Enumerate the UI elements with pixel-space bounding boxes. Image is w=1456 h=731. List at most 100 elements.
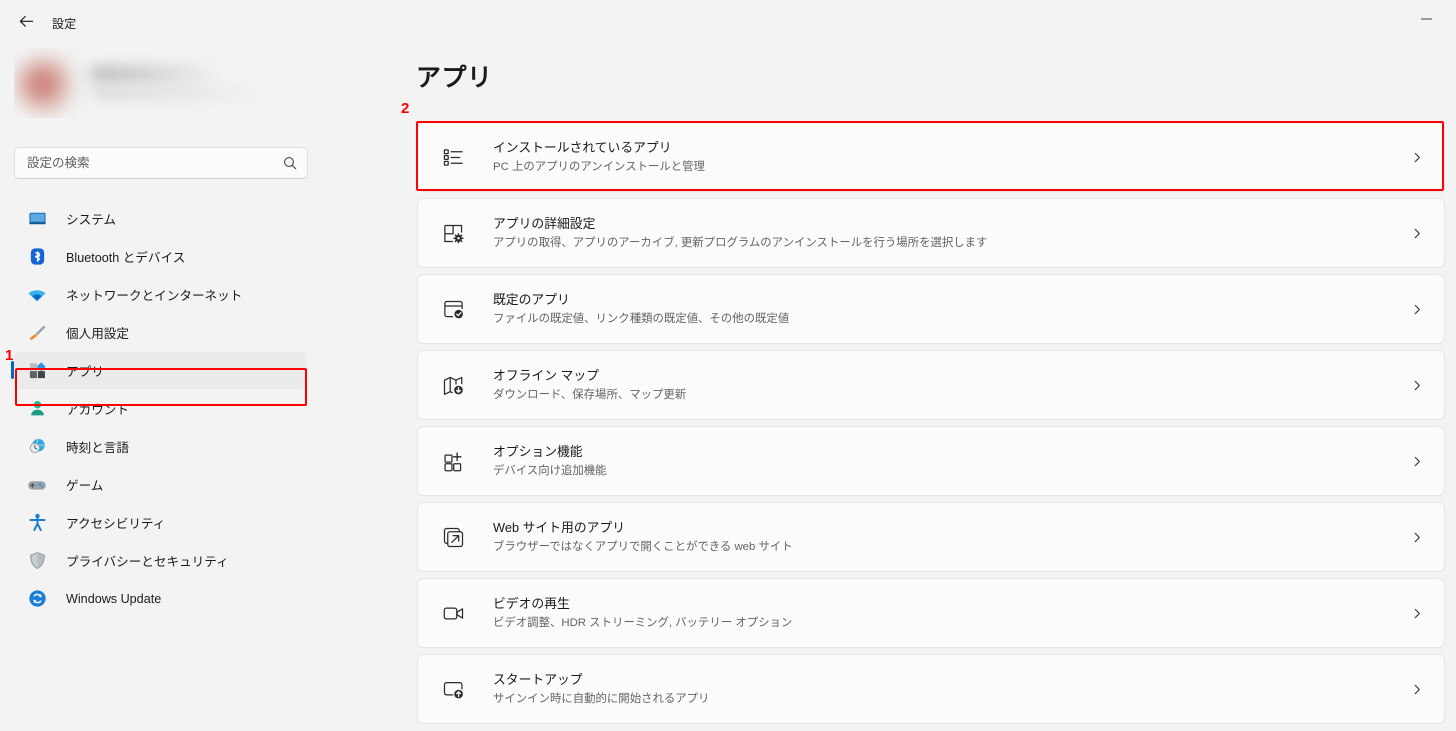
installed-apps-card[interactable]: インストールされているアプリ PC 上のアプリのアンインストールと管理 [417,122,1445,192]
window-check-icon [439,295,467,323]
card-subtitle: デバイス向け追加機能 [493,464,607,477]
sidebar-item-time-language[interactable]: 時刻と言語 [14,428,306,465]
sidebar-item-bluetooth[interactable]: Bluetooth とデバイス [14,238,306,275]
person-icon [26,398,48,420]
avatar [16,56,78,114]
sidebar-item-windows-update[interactable]: Windows Update [14,580,306,617]
sidebar-item-label: プライバシーとセキュリティ [66,555,229,569]
wifi-icon [26,284,48,306]
minimize-icon [1420,18,1432,20]
card-title: アプリの詳細設定 [493,216,596,232]
sidebar-item-label: Windows Update [66,591,162,606]
card-title: インストールされているアプリ [493,140,672,156]
chevron-right-icon[interactable] [1396,532,1438,543]
card-texts: Web サイト用のアプリ ブラウザーではなくアプリで開くことができる web サ… [493,518,1396,555]
sidebar-item-label: Bluetooth とデバイス [66,251,186,265]
sync-icon [26,588,48,610]
card-texts: オプション機能 デバイス向け追加機能 [493,442,1396,479]
sidebar-item-system[interactable]: システム [14,200,306,237]
card-title: Web サイト用のアプリ [493,520,626,536]
chevron-right-icon[interactable] [1396,152,1438,163]
chevron-right-icon[interactable] [1396,228,1438,239]
sidebar-item-label: ネットワークとインターネット [66,289,243,303]
card-subtitle: ブラウザーではなくアプリで開くことができる web サイト [493,540,793,553]
card-subtitle: サインイン時に自動的に開始されるアプリ [493,692,710,705]
sidebar-item-label: アクセシビリティ [66,517,166,531]
sidebar-item-privacy[interactable]: プライバシーとセキュリティ [14,542,306,579]
external-link-icon [439,523,467,551]
back-button[interactable] [12,8,40,34]
sidebar-item-gaming[interactable]: ゲーム [14,466,306,503]
settings-window: 設定 設定の検索 システム Bluetooth とデバイス ネットワークとインタ… [0,0,1456,731]
settings-card-list: インストールされているアプリ PC 上のアプリのアンインストールと管理 アプリの… [417,122,1445,730]
chevron-right-icon[interactable] [1396,456,1438,467]
search-icon [273,156,307,170]
clock-globe-icon [26,436,48,458]
account-card[interactable] [14,48,294,118]
accessibility-icon [26,512,48,534]
optional-features-card[interactable]: オプション機能 デバイス向け追加機能 [417,426,1445,496]
card-title: オフライン マップ [493,368,599,384]
list-bullets-icon [439,143,467,171]
sidebar-item-accounts[interactable]: アカウント [14,390,306,427]
card-subtitle: ファイルの既定値、リンク種類の既定値、その他の既定値 [493,312,790,325]
startup-icon [439,675,467,703]
card-texts: 既定のアプリ ファイルの既定値、リンク種類の既定値、その他の既定値 [493,290,1396,327]
apps-settings-icon [439,219,467,247]
card-title: オプション機能 [493,444,583,460]
title-bar: 設定 [0,0,1456,40]
sidebar: システム Bluetooth とデバイス [0,40,320,731]
sidebar-item-accessibility[interactable]: アクセシビリティ [14,504,306,541]
sidebar-item-network[interactable]: ネットワークとインターネット [14,276,306,313]
sidebar-item-label: アカウント [66,403,129,417]
chevron-right-icon[interactable] [1396,608,1438,619]
map-download-icon [439,371,467,399]
card-texts: アプリの詳細設定 アプリの取得、アプリのアーカイブ, 更新プログラムのアンインス… [493,214,1396,251]
sidebar-item-label: 個人用設定 [66,327,129,341]
account-name-redacted [90,66,216,82]
apps-for-websites-card[interactable]: Web サイト用のアプリ ブラウザーではなくアプリで開くことができる web サ… [417,502,1445,572]
card-title: 既定のアプリ [493,292,570,308]
card-title: ビデオの再生 [493,596,570,612]
grid-plus-icon [439,447,467,475]
account-email-redacted [92,88,258,99]
main-content: アプリ インストールされているアプリ PC 上のアプリのアンインストールと管理 [320,40,1456,731]
card-texts: インストールされているアプリ PC 上のアプリのアンインストールと管理 [493,138,1396,175]
chevron-right-icon[interactable] [1396,380,1438,391]
card-title: スタートアップ [493,672,583,688]
offline-maps-card[interactable]: オフライン マップ ダウンロード、保存場所、マップ更新 [417,350,1445,420]
paintbrush-icon [26,322,48,344]
back-arrow-icon [19,15,33,27]
shield-icon [26,550,48,572]
bluetooth-icon [26,246,48,268]
search-input[interactable] [15,156,273,170]
card-texts: ビデオの再生 ビデオ調整、HDR ストリーミング, バッテリー オプション [493,594,1396,631]
video-playback-card[interactable]: ビデオの再生 ビデオ調整、HDR ストリーミング, バッテリー オプション [417,578,1445,648]
startup-card[interactable]: スタートアップ サインイン時に自動的に開始されるアプリ [417,654,1445,724]
page-title: アプリ [416,64,493,92]
card-subtitle: アプリの取得、アプリのアーカイブ, 更新プログラムのアンインストールを行う場所を… [493,236,988,249]
advanced-app-settings-card[interactable]: アプリの詳細設定 アプリの取得、アプリのアーカイブ, 更新プログラムのアンインス… [417,198,1445,268]
monitor-icon [26,208,48,230]
gamepad-icon [26,474,48,496]
apps-icon [26,360,48,382]
search-box[interactable] [14,147,308,179]
default-apps-card[interactable]: 既定のアプリ ファイルの既定値、リンク種類の既定値、その他の既定値 [417,274,1445,344]
card-texts: オフライン マップ ダウンロード、保存場所、マップ更新 [493,366,1396,403]
sidebar-item-label: ゲーム [66,479,104,493]
sidebar-item-apps[interactable]: アプリ [11,352,306,389]
sidebar-item-label: アプリ [66,365,104,379]
sidebar-item-label: システム [66,213,116,227]
chevron-right-icon[interactable] [1396,684,1438,695]
sidebar-item-personalization[interactable]: 個人用設定 [14,314,306,351]
chevron-right-icon[interactable] [1396,304,1438,315]
card-texts: スタートアップ サインイン時に自動的に開始されるアプリ [493,670,1396,707]
minimize-button[interactable] [1410,8,1442,30]
card-subtitle: PC 上のアプリのアンインストールと管理 [493,160,705,173]
sidebar-item-label: 時刻と言語 [66,441,129,455]
card-subtitle: ビデオ調整、HDR ストリーミング, バッテリー オプション [493,616,793,629]
video-camera-icon [439,599,467,627]
sidebar-nav: システム Bluetooth とデバイス ネットワークとインターネット 個人用設… [0,200,320,618]
window-title: 設定 [52,17,77,31]
card-subtitle: ダウンロード、保存場所、マップ更新 [493,388,687,401]
